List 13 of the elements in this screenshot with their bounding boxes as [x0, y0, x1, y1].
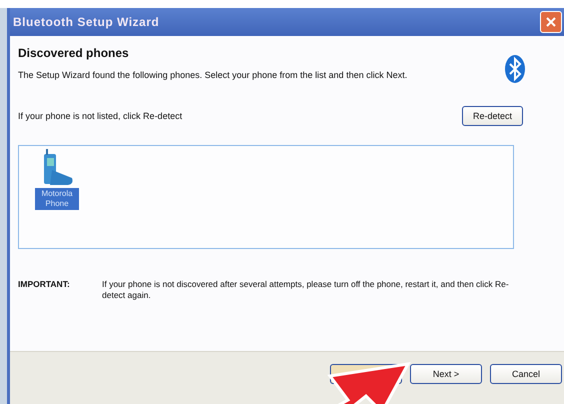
page-description: The Setup Wizard found the following phones. Select your phone from the list and then click Next.	[18, 70, 408, 81]
important-label: IMPORTANT:	[18, 279, 71, 291]
close-icon	[546, 17, 556, 27]
window-title: Bluetooth Setup Wizard	[13, 15, 160, 29]
close-button[interactable]	[540, 11, 562, 33]
redetect-button[interactable]: Re-detect	[462, 106, 523, 126]
next-button[interactable]: Next >	[410, 364, 482, 384]
page-heading: Discovered phones	[18, 46, 130, 60]
device-label[interactable]: Motorola Phone	[35, 188, 79, 210]
redetect-hint: If your phone is not listed, click Re-detect	[18, 111, 182, 121]
cancel-button[interactable]: Cancel	[490, 364, 562, 384]
important-note: If your phone is not discovered after several attempts, please turn off the phone, restart it, and then click Re-detect again.	[102, 279, 510, 301]
bluetooth-icon	[504, 54, 526, 84]
